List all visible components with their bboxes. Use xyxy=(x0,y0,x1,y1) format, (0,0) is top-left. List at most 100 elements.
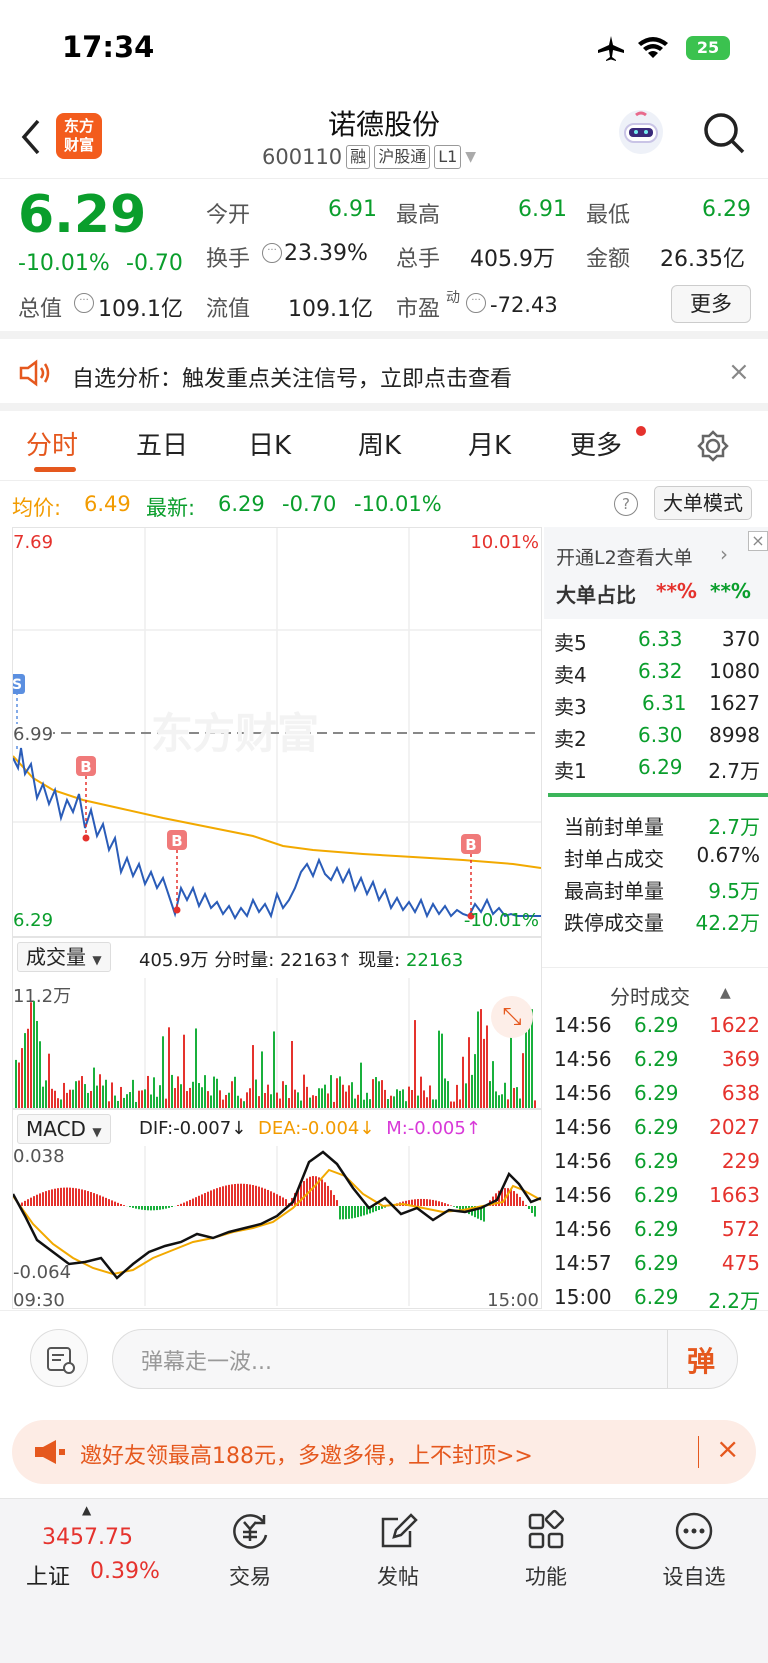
macd-bar xyxy=(102,1196,104,1206)
macd-bar xyxy=(108,1199,110,1206)
volume-bar xyxy=(117,1100,119,1108)
close-icon[interactable]: × xyxy=(728,357,750,387)
macd-bar xyxy=(330,1190,332,1206)
macd-bar xyxy=(138,1206,140,1210)
more-quote-button[interactable]: 更多 xyxy=(671,285,751,323)
nav-functions[interactable]: 功能 xyxy=(496,1509,596,1591)
ask-volume: 1080 xyxy=(709,659,760,683)
macd-bar xyxy=(45,1191,47,1206)
tab-weekly[interactable]: 周K xyxy=(358,425,401,462)
tab-more[interactable]: 更多 xyxy=(570,425,622,462)
l2-promo[interactable]: 开通L2查看大单 › × 大单占比 **% **% xyxy=(544,527,768,619)
macd-bar xyxy=(219,1187,221,1206)
xianliang-value: 22163 xyxy=(405,950,464,971)
tab-daily[interactable]: 日K xyxy=(248,425,291,462)
nav-post-label: 发帖 xyxy=(377,1565,419,1589)
close-icon[interactable]: × xyxy=(716,1432,739,1465)
volume-bar xyxy=(378,1081,380,1108)
volume-bar xyxy=(69,1089,71,1108)
macd-bar xyxy=(204,1193,206,1206)
macd-selector[interactable]: MACD ▼ xyxy=(17,1114,111,1144)
macd-bar xyxy=(162,1206,164,1210)
tab-monthly[interactable]: 月K xyxy=(468,425,511,462)
volume-bar xyxy=(156,1096,158,1108)
index-value[interactable]: 3457.75 xyxy=(42,1525,133,1550)
volume-bar xyxy=(60,1099,62,1108)
volume-bar xyxy=(435,1099,437,1108)
volume-bar xyxy=(150,1094,152,1108)
volume-bar xyxy=(159,1085,161,1108)
volume-bar xyxy=(432,1099,434,1108)
macd-chart[interactable]: MACD ▼ DIF:-0.007↓ DEA:-0.004↓ M:-0.005↑… xyxy=(12,1109,542,1311)
latest-label: 最新: xyxy=(146,496,196,520)
big-order-mode-button[interactable]: 大单模式 xyxy=(654,486,752,520)
robot-avatar-icon[interactable] xyxy=(616,107,666,157)
open-value: 6.91 xyxy=(328,197,377,222)
ticks-title: 分时成交 xyxy=(610,985,690,1009)
big-ratio-label: 大单占比 xyxy=(556,583,636,607)
intraday-chart[interactable]: 东方财富 S B B B 7.69 10.01% 6.99 6.29 -10.0… xyxy=(12,527,542,937)
volume-bar xyxy=(471,1074,473,1108)
macd-bar xyxy=(66,1187,68,1206)
macd-bar xyxy=(132,1206,134,1208)
nav-trade[interactable]: 交易 xyxy=(200,1509,300,1591)
info-dots-icon[interactable]: ··· xyxy=(74,293,94,313)
macd-bar xyxy=(60,1187,62,1206)
tab-fenshi[interactable]: 分时 xyxy=(26,425,78,462)
macd-bar xyxy=(450,1205,452,1206)
latest-pct: -10.01% xyxy=(354,492,442,516)
tick-time: 14:56 xyxy=(554,1013,612,1037)
expand-icon[interactable]: ⤡ xyxy=(491,996,533,1038)
nav-post[interactable]: 发帖 xyxy=(348,1509,448,1591)
volume-value: 405.9万 xyxy=(470,247,555,272)
macd-bar xyxy=(279,1195,281,1206)
help-icon[interactable]: ? xyxy=(614,492,638,516)
macd-bar xyxy=(180,1203,182,1206)
tab-five-day[interactable]: 五日 xyxy=(136,425,188,462)
volume-bar xyxy=(288,1098,290,1108)
danmaku-input[interactable]: 弹幕走一波... 弹 xyxy=(112,1329,738,1389)
nav-watchlist[interactable]: 设自选 xyxy=(644,1509,744,1591)
tick-price: 6.29 xyxy=(634,1047,679,1071)
arrow-up-icon: ↑ xyxy=(465,1118,481,1139)
big-ratio-buy: **% xyxy=(656,579,697,603)
macd-bar xyxy=(129,1206,131,1208)
volume-bar xyxy=(201,1087,203,1108)
info-dots-icon[interactable]: ··· xyxy=(262,243,282,263)
dropdown-triangle-icon[interactable]: ▼ xyxy=(465,149,476,165)
invite-promo-banner[interactable]: 邀好友领最高188元，多邀多得，上不封顶>> × xyxy=(12,1420,756,1484)
analysis-notice[interactable]: 自选分析：触发重点关注信号，立即点击查看 × xyxy=(0,339,768,411)
send-danmaku-button[interactable]: 弹 xyxy=(687,1340,715,1380)
stock-code-row: 600110 融 沪股通 L1 ▼ xyxy=(262,145,476,169)
macd-bar xyxy=(351,1206,353,1219)
macd-selector-label: MACD xyxy=(26,1117,86,1141)
volume-bar xyxy=(99,1074,101,1108)
macd-bar xyxy=(72,1187,74,1206)
tick-time: 14:56 xyxy=(554,1081,612,1105)
search-icon[interactable] xyxy=(702,111,746,155)
volume-bar xyxy=(429,1085,431,1108)
volume-bar xyxy=(261,1051,263,1108)
gear-icon[interactable] xyxy=(696,429,730,463)
macd-bar xyxy=(345,1206,347,1220)
pe-value: -72.43 xyxy=(490,293,558,317)
index-pct[interactable]: 0.39% xyxy=(90,1559,160,1584)
macd-bar xyxy=(429,1199,431,1206)
tick-time: 14:56 xyxy=(554,1217,612,1241)
volume-bar xyxy=(84,1084,86,1108)
danmaku-settings-button[interactable] xyxy=(30,1329,88,1387)
close-icon[interactable]: × xyxy=(748,531,768,551)
tick-price: 6.29 xyxy=(634,1217,679,1241)
turnover-label: 换手 xyxy=(206,247,251,272)
volume-selector[interactable]: 成交量 ▼ xyxy=(17,942,111,972)
macd-bar xyxy=(315,1176,317,1206)
macd-bar xyxy=(87,1191,89,1206)
volume-chart[interactable]: 成交量 ▼ 405.9万 分时量: 22163↑ 现量: 22163 11.2万… xyxy=(12,937,542,1109)
info-dots-icon[interactable]: ··· xyxy=(466,293,486,313)
ask-volume: 1627 xyxy=(709,691,760,715)
macd-dif: DIF:-0.007 xyxy=(139,1118,232,1139)
macd-bar xyxy=(177,1204,179,1206)
change-pct: -10.01% xyxy=(18,251,110,276)
index-name[interactable]: 上证 xyxy=(26,1559,70,1591)
macd-bar xyxy=(342,1206,344,1220)
